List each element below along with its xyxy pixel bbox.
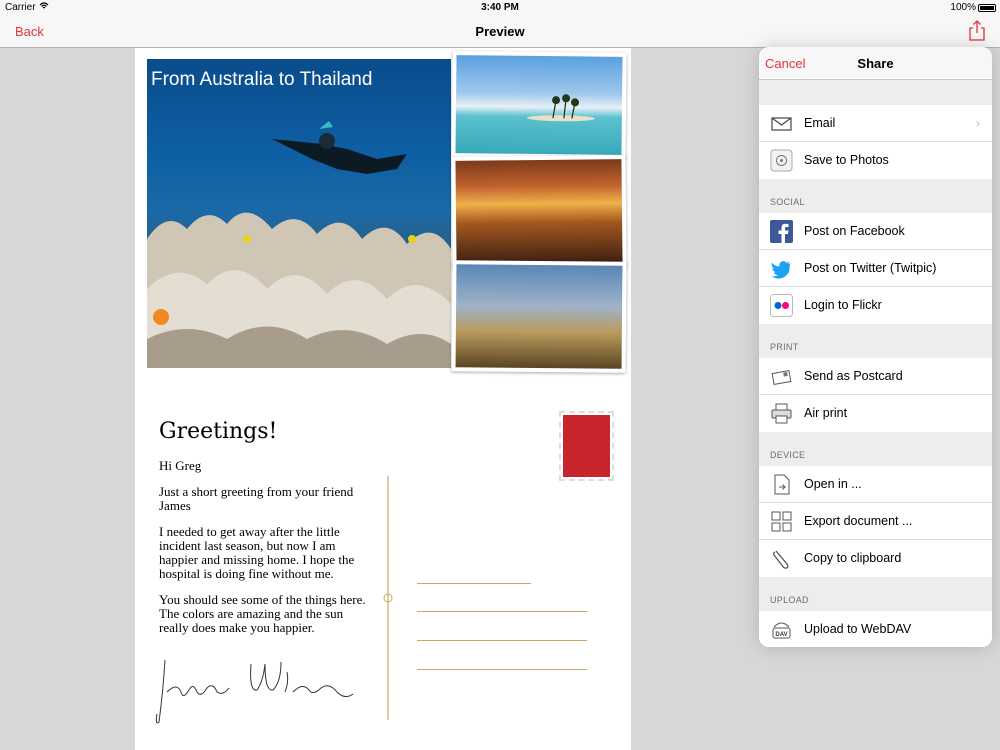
twitter-icon <box>770 257 793 280</box>
message-paragraph: You should see some of the things here. … <box>159 592 366 635</box>
battery-icon <box>978 4 996 12</box>
postage-stamp <box>559 411 614 481</box>
row-label: Post on Twitter (Twitpic) <box>804 261 937 275</box>
underwater-photo: From Australia to Thailand <box>147 59 451 368</box>
temple-statue-photo <box>451 260 627 373</box>
postcard-icon <box>770 365 793 388</box>
export-icon <box>770 510 793 533</box>
share-row-upload-webdav[interactable]: DAV Upload to WebDAV <box>759 611 992 647</box>
chevron-right-icon: › <box>976 116 980 130</box>
greeting-title: Greetings! <box>159 419 278 444</box>
address-line <box>417 583 531 584</box>
share-row-export-document[interactable]: Export document ... <box>759 503 992 540</box>
row-label: Open in ... <box>804 477 862 491</box>
webdav-icon: DAV <box>770 618 793 641</box>
row-label: Post on Facebook <box>804 224 905 238</box>
address-line <box>417 640 587 641</box>
section-label-print: PRINT <box>770 342 799 352</box>
status-bar: Carrier 3:40 PM 100% <box>0 0 1000 16</box>
friends-photo <box>451 155 627 269</box>
flickr-icon <box>770 294 793 317</box>
signature <box>155 659 354 724</box>
share-row-email[interactable]: Email › <box>759 105 992 142</box>
popover-header: Cancel Share <box>759 47 992 80</box>
postcard-preview: From Australia to Thailand Greetings! Hi… <box>135 48 631 750</box>
row-label: Save to Photos <box>804 153 889 167</box>
section-label-social: SOCIAL <box>770 197 805 207</box>
message-paragraph: Just a short greeting from your friend J… <box>159 484 354 513</box>
share-row-send-postcard[interactable]: Send as Postcard <box>759 358 992 395</box>
share-row-facebook[interactable]: Post on Facebook <box>759 213 992 250</box>
printer-icon <box>770 402 793 425</box>
clock: 3:40 PM <box>481 2 519 13</box>
share-row-open-in[interactable]: Open in ... <box>759 466 992 503</box>
section-label-device: DEVICE <box>770 450 806 460</box>
greeting-message: Hi Greg Just a short greeting from your … <box>159 459 374 647</box>
row-label: Email <box>804 116 836 130</box>
row-label: Export document ... <box>804 514 913 528</box>
section-label-upload: UPLOAD <box>770 595 809 605</box>
facebook-icon <box>770 220 793 243</box>
row-label: Copy to clipboard <box>804 551 902 565</box>
svg-text:DAV: DAV <box>775 632 787 638</box>
navigation-bar: Back Preview <box>0 16 1000 48</box>
ornamental-divider <box>383 476 393 720</box>
share-row-twitter[interactable]: Post on Twitter (Twitpic) <box>759 250 992 287</box>
palm-island-illustration <box>526 94 595 122</box>
share-row-air-print[interactable]: Air print <box>759 395 992 432</box>
open-in-icon <box>770 473 793 496</box>
envelope-icon <box>770 112 793 135</box>
row-label: Air print <box>804 406 848 420</box>
share-row-flickr[interactable]: Login to Flickr <box>759 287 992 324</box>
row-label: Send as Postcard <box>804 369 903 383</box>
share-popover: Cancel Share Email › Save to Photos SOCI… <box>759 47 992 647</box>
clipboard-icon <box>770 547 793 570</box>
page-title: Preview <box>475 24 525 39</box>
photo-caption: From Australia to Thailand <box>151 69 373 90</box>
share-row-copy-clipboard[interactable]: Copy to clipboard <box>759 540 992 577</box>
diver-illustration <box>272 121 407 174</box>
coral-reef-illustration <box>147 212 451 368</box>
share-row-save-to-photos[interactable]: Save to Photos <box>759 142 992 179</box>
row-label: Login to Flickr <box>804 298 882 312</box>
address-line <box>417 669 587 670</box>
island-photo <box>451 51 627 159</box>
popover-title: Share <box>857 56 894 71</box>
address-line <box>417 611 587 612</box>
message-paragraph: I needed to get away after the little in… <box>159 524 355 581</box>
battery-percent: 100% <box>950 2 976 13</box>
photos-icon <box>770 149 793 172</box>
row-label: Upload to WebDAV <box>804 622 912 636</box>
share-icon[interactable] <box>968 20 986 42</box>
salutation: Hi Greg <box>159 458 202 473</box>
